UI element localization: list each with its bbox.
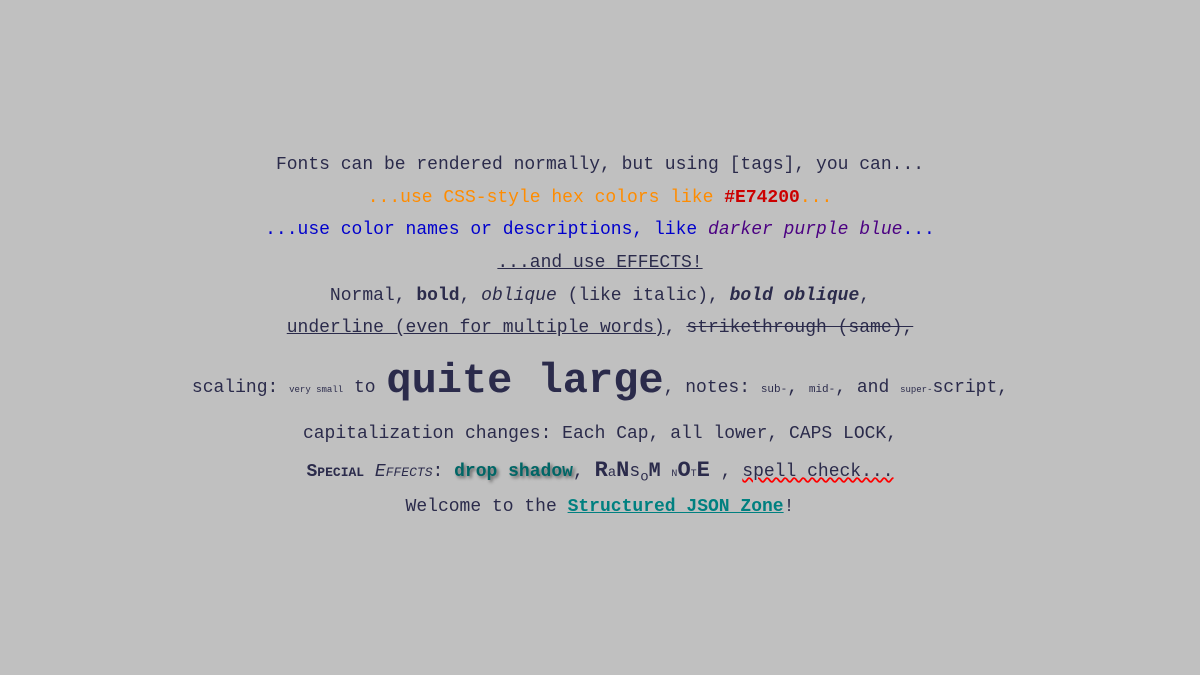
spell-check-example: spell check... — [742, 462, 893, 482]
line-4: ...and use EFFECTS! — [192, 248, 1008, 279]
line3-prefix: ...use color names — [265, 220, 470, 240]
strikethrough-example: strikethrough (same), — [686, 318, 913, 338]
line3-italic: darker purple blue — [708, 220, 902, 240]
drop-shadow-example: drop shadow — [454, 462, 573, 482]
line3-or: or — [470, 220, 492, 240]
scaling-label: scaling: — [192, 373, 289, 404]
line1-text: Fonts can be rendered normally, but usin… — [276, 155, 924, 175]
oblique-example: oblique — [481, 286, 557, 306]
n-char: N — [616, 458, 629, 483]
mid-example: mid- — [809, 381, 835, 400]
space-char — [661, 462, 672, 482]
very-small-text: very small — [289, 383, 343, 398]
bold-example: bold — [416, 286, 459, 306]
main-content: Fonts can be rendered normally, but usin… — [192, 150, 1008, 525]
line-3: ...use color names or descriptions, like… — [192, 215, 1008, 246]
line-5: Normal, bold, oblique (like italic), bol… — [192, 281, 1008, 312]
r-char: R — [595, 458, 608, 483]
super-example: super- — [900, 383, 932, 398]
line4-text: ...and use EFFECTS! — [497, 253, 702, 273]
line-1: Fonts can be rendered normally, but usin… — [192, 150, 1008, 181]
line-8: capitalization changes: Each Cap, all lo… — [192, 419, 1008, 450]
sub-example: sub- — [761, 381, 787, 400]
line3-middle: descriptions, like — [492, 220, 708, 240]
e-char: E — [697, 458, 710, 483]
comma3: , and — [835, 373, 900, 404]
to-text: to — [343, 373, 386, 404]
line3-suffix: ... — [902, 220, 934, 240]
welcome-prefix: Welcome to the — [406, 497, 568, 517]
comma2: , — [787, 373, 809, 404]
quite-large-text: quite large — [386, 346, 663, 417]
line-9: Special Effects: drop shadow, RaNsoM nOt… — [192, 452, 1008, 490]
line2-hex: #E74200 — [724, 188, 800, 208]
line8-text: capitalization changes: Each Cap, all lo… — [303, 424, 897, 444]
special-text: Special — [306, 462, 364, 482]
o2-char: O — [677, 458, 690, 483]
s-char: s — [629, 462, 640, 482]
line-10: Welcome to the Structured JSON Zone! — [192, 492, 1008, 523]
structured-json-link[interactable]: Structured JSON Zone — [568, 497, 784, 517]
line2-prefix: ...use CSS-style hex colors like — [368, 188, 724, 208]
a-char: a — [608, 465, 616, 481]
effects-text: Effects — [375, 462, 433, 482]
m-char: M — [649, 460, 661, 483]
ransom-example: RaNsoM nOtE — [595, 462, 721, 482]
underline-example: underline (even for multiple words) — [287, 318, 665, 338]
line-2: ...use CSS-style hex colors like #E74200… — [192, 183, 1008, 214]
comma1: , notes: — [664, 373, 761, 404]
line-7: scaling: very small to quite large , not… — [192, 346, 1008, 417]
o-char: o — [640, 469, 648, 485]
welcome-suffix: ! — [784, 497, 795, 517]
bold-oblique-example: bold oblique — [730, 286, 860, 306]
line2-suffix: ... — [800, 188, 832, 208]
line-6: underline (even for multiple words), str… — [192, 313, 1008, 344]
script-text: script, — [932, 373, 1008, 404]
